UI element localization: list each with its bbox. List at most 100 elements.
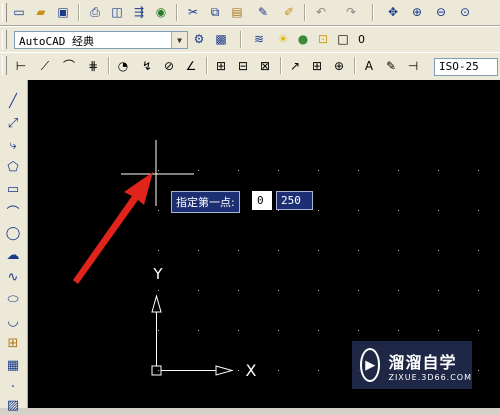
make-block-icon[interactable]: ▦ xyxy=(3,356,23,375)
grid-dot xyxy=(478,170,479,171)
layer-on-icon: ☀ xyxy=(277,32,289,46)
arc-icon[interactable]: ⌒ xyxy=(3,202,23,221)
tolerance-icon[interactable]: ⊞ xyxy=(308,57,326,75)
grid-dot xyxy=(318,370,319,371)
cut-icon[interactable]: ✂ xyxy=(184,3,202,21)
center-mark-icon[interactable]: ⊕ xyxy=(330,57,348,75)
publish-icon[interactable]: ⇶ xyxy=(130,3,148,21)
undo-icon[interactable]: ↶ xyxy=(312,3,330,21)
block-editor-icon[interactable]: ✐ xyxy=(280,3,298,21)
save-workspace-icon[interactable]: ▩ xyxy=(212,30,230,48)
zoom-previous-icon[interactable]: ⊙ xyxy=(456,3,474,21)
grid-dot xyxy=(398,210,399,211)
grid-dot xyxy=(358,210,359,211)
quick-dim-icon[interactable]: ⊞ xyxy=(212,57,230,75)
revision-cloud-icon[interactable]: ☁ xyxy=(3,246,23,265)
grid-dot xyxy=(398,290,399,291)
layer-manager-icon[interactable]: ≋ xyxy=(250,30,268,48)
aligned-dim-icon[interactable]: ⟋ xyxy=(36,57,54,75)
grid-dot xyxy=(158,330,159,331)
draw-toolbar: ╱ ⤢ ⤷ ⬠ ▭ ⌒ ◯ ☁ ∿ ⬭ ◡ ⊞ ▦ · ▨ xyxy=(0,80,28,413)
layer-freeze-icon: ● xyxy=(297,32,309,46)
copy-icon[interactable]: ⧉ xyxy=(206,3,224,21)
grid-dot xyxy=(198,170,199,171)
grid-dot xyxy=(278,290,279,291)
construction-line-icon[interactable]: ⤢ xyxy=(3,114,23,133)
grid-dot xyxy=(238,250,239,251)
radius-icon[interactable]: ◔ xyxy=(114,57,132,75)
dynamic-input-y[interactable]: 250 xyxy=(276,191,313,210)
angular-icon[interactable]: ∠ xyxy=(182,57,200,75)
ellipse-icon[interactable]: ⬭ xyxy=(3,290,23,309)
grid-dot xyxy=(278,170,279,171)
chevron-down-icon[interactable]: ▼ xyxy=(171,32,187,48)
rectangle-icon[interactable]: ▭ xyxy=(3,180,23,199)
new-file-icon[interactable]: ▭ xyxy=(10,3,28,21)
layer-lock-icon: ⊡ xyxy=(317,32,329,46)
spline-icon[interactable]: ∿ xyxy=(3,268,23,287)
plot-icon[interactable]: ⎙ xyxy=(86,3,104,21)
match-properties-icon[interactable]: ✎ xyxy=(254,3,272,21)
grid-dot xyxy=(438,170,439,171)
quick-leader-icon[interactable]: ↗ xyxy=(286,57,304,75)
diameter-icon[interactable]: ⊘ xyxy=(160,57,178,75)
ordinate-icon[interactable]: ⋕ xyxy=(84,57,102,75)
insert-block-icon[interactable]: ⊞ xyxy=(3,334,23,353)
grid-dot xyxy=(278,370,279,371)
dim-update-icon[interactable]: ⊣ xyxy=(404,57,422,75)
arc-length-icon[interactable]: ⌒ xyxy=(60,57,78,75)
dim-edit-icon[interactable]: A xyxy=(360,57,378,75)
grid-dot xyxy=(318,290,319,291)
point-icon[interactable]: · xyxy=(3,378,23,397)
zoom-realtime-icon[interactable]: ⊕ xyxy=(408,3,426,21)
3d-dwf-icon[interactable]: ◉ xyxy=(152,3,170,21)
save-icon[interactable]: ▣ xyxy=(54,3,72,21)
open-file-icon[interactable]: ▰ xyxy=(32,3,50,21)
grid-dot xyxy=(358,290,359,291)
ellipse-arc-icon[interactable]: ◡ xyxy=(3,312,23,331)
grid-dot xyxy=(398,250,399,251)
grid-dot xyxy=(438,250,439,251)
workspace-combo[interactable]: AutoCAD 经典 ▼ xyxy=(14,31,188,49)
grid-dot xyxy=(318,250,319,251)
toolbar-grip[interactable] xyxy=(2,3,7,22)
polygon-icon[interactable]: ⬠ xyxy=(3,158,23,177)
dimension-toolbar: ⊢ ⟋ ⌒ ⋕ ◔ ↯ ⊘ ∠ ⊞ ⊟ ⊠ ↗ ⊞ ⊕ A ✎ ⊣ ISO-25 xyxy=(0,52,500,81)
paste-icon[interactable]: ▤ xyxy=(228,3,246,21)
standard-toolbar: ▭ ▰ ▣ ⎙ ◫ ⇶ ◉ ✂ ⧉ ▤ ✎ ✐ ↶ ↷ ✥ ⊕ ⊖ ⊙ xyxy=(0,0,500,26)
grid-dot xyxy=(438,210,439,211)
red-arrow-annotation xyxy=(73,172,153,284)
grid-dot xyxy=(318,170,319,171)
grid-dot xyxy=(238,290,239,291)
grid-dot xyxy=(198,250,199,251)
toolbar-grip[interactable] xyxy=(2,56,7,75)
grid-dot xyxy=(278,330,279,331)
redo-icon[interactable]: ↷ xyxy=(342,3,360,21)
dimstyle-combo[interactable]: ISO-25 xyxy=(434,58,498,76)
layer-value[interactable]: 0 xyxy=(358,33,365,46)
grid-dot xyxy=(238,170,239,171)
circle-icon[interactable]: ◯ xyxy=(3,224,23,243)
hatch-icon[interactable]: ▨ xyxy=(3,396,23,415)
line-icon[interactable]: ╱ xyxy=(3,92,23,111)
pan-icon[interactable]: ✥ xyxy=(384,3,402,21)
toolbar-grip[interactable] xyxy=(2,30,7,49)
continue-icon[interactable]: ⊠ xyxy=(256,57,274,75)
grid-dot xyxy=(158,170,159,171)
grid-dot xyxy=(318,330,319,331)
grid-dot xyxy=(158,290,159,291)
dynamic-input-x[interactable]: 0 xyxy=(252,191,272,210)
baseline-icon[interactable]: ⊟ xyxy=(234,57,252,75)
grid-dot xyxy=(198,330,199,331)
jogged-icon[interactable]: ↯ xyxy=(138,57,156,75)
polyline-icon[interactable]: ⤷ xyxy=(3,136,23,155)
zoom-window-icon[interactable]: ⊖ xyxy=(432,3,450,21)
ucs-y-label: Y xyxy=(153,265,163,283)
plot-preview-icon[interactable]: ◫ xyxy=(108,3,126,21)
dim-text-edit-icon[interactable]: ✎ xyxy=(382,57,400,75)
grid-dot xyxy=(478,370,479,371)
workspace-settings-icon[interactable]: ⚙ xyxy=(190,30,208,48)
linear-dim-icon[interactable]: ⊢ xyxy=(12,57,30,75)
watermark: ▶ 溜溜自学 ZIXUE.3D66.COM xyxy=(352,341,472,389)
grid-dot xyxy=(358,330,359,331)
